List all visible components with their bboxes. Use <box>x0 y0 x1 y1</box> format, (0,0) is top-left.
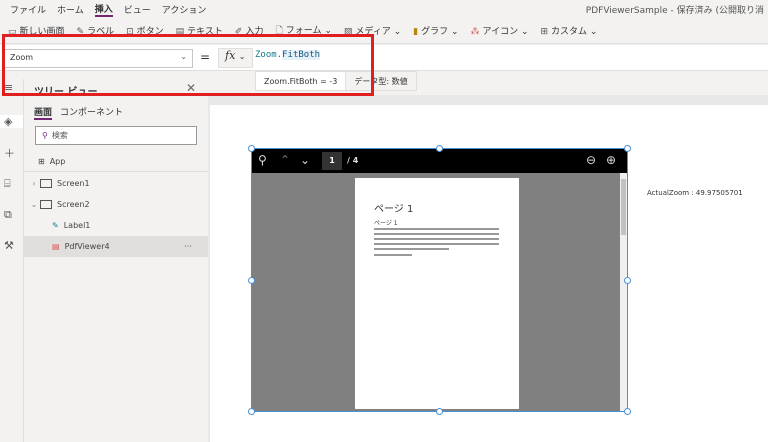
icons-icon: ⁂ <box>470 27 480 37</box>
resize-handle[interactable] <box>248 145 255 152</box>
tree-node-screen2[interactable]: ⌄ Screen2 <box>24 194 208 215</box>
resize-handle[interactable] <box>248 408 255 415</box>
menu-view[interactable]: ビュー <box>124 3 151 16</box>
plus-icon[interactable]: ＋ <box>4 145 15 161</box>
zoom-in-icon[interactable]: ⊕ <box>606 153 616 167</box>
pdf-page: ページ 1 ページ 1 <box>355 178 519 409</box>
menu-file[interactable]: ファイル <box>10 3 46 16</box>
tree-node-app[interactable]: ⊞ App <box>24 151 208 172</box>
custom-button[interactable]: ⊞ カスタム ⌄ <box>541 24 598 37</box>
resize-handle[interactable] <box>248 277 255 284</box>
screen-icon <box>40 179 52 188</box>
resize-handle[interactable] <box>436 408 443 415</box>
custom-icon: ⊞ <box>540 27 549 37</box>
resize-handle[interactable] <box>436 145 443 152</box>
resize-handle[interactable] <box>624 145 631 152</box>
chevron-down-icon[interactable]: ⌄ <box>28 200 40 209</box>
previous-page-icon[interactable]: ⌃ <box>280 153 290 167</box>
tree-node-label1[interactable]: ✎ Label1 <box>24 215 208 236</box>
actual-zoom-label[interactable]: ActualZoom : 49.97505701 <box>647 189 743 197</box>
zoom-out-icon[interactable]: ⊖ <box>586 153 596 167</box>
menu-action[interactable]: アクション <box>162 3 207 16</box>
layers-icon[interactable]: ◈ <box>0 115 23 128</box>
database-icon[interactable]: ⌸ <box>4 177 11 191</box>
chart-button[interactable]: ▮ グラフ ⌄ <box>413 24 458 37</box>
page-number-input[interactable]: 1 <box>322 152 342 170</box>
highlight-box <box>2 34 374 96</box>
search-input[interactable]: ⚲ 検索 <box>35 126 197 145</box>
more-options-icon[interactable]: ··· <box>184 242 192 251</box>
search-icon[interactable]: ⚲ <box>258 153 267 167</box>
menu-insert[interactable]: 挿入 <box>94 2 113 17</box>
page-total: / 4 <box>347 156 359 165</box>
tools-icon[interactable]: ⚒ <box>4 239 14 252</box>
label-icon: ✎ <box>52 221 59 230</box>
app-title: PDFViewerSample - 保存済み (公開取り消 <box>585 6 764 16</box>
tree-node-screen1[interactable]: › Screen1 <box>24 173 208 194</box>
tab-screens[interactable]: 画面 <box>34 105 53 120</box>
tab-components[interactable]: コンポーネント <box>60 105 123 120</box>
app-icon: ⊞ <box>38 156 45 166</box>
pdf-scrollbar[interactable] <box>620 173 627 411</box>
media-icon[interactable]: ⧉ <box>4 208 12 222</box>
tree-tabs: 画面 コンポーネント <box>34 105 123 120</box>
pdf-toolbar: ⚲ ⌃ ⌄ 1 / 4 ⊖ ⊕ <box>252 149 627 173</box>
search-icon: ⚲ <box>42 131 48 140</box>
chevron-right-icon[interactable]: › <box>28 179 40 188</box>
tree-view-pane: ツリー ビュー ✕ 画面 コンポーネント ⚲ 検索 ⊞ App › Screen1 ⌄… <box>24 79 208 442</box>
left-rail: ≡ ◈ ＋ ⌸ ⧉ ⚒ <box>0 79 24 442</box>
page-heading: ページ 1 <box>374 204 414 215</box>
next-page-icon[interactable]: ⌄ <box>300 153 310 167</box>
page-subheading: ページ 1 <box>374 220 398 227</box>
resize-handle[interactable] <box>624 277 631 284</box>
pdf-viewer[interactable]: ⚲ ⌃ ⌄ 1 / 4 ⊖ ⊕ ページ 1 ページ 1 <box>248 145 631 415</box>
icons-button[interactable]: ⁂ アイコン ⌄ <box>471 24 529 37</box>
screen-icon <box>40 200 52 209</box>
page-body-text <box>374 228 499 259</box>
bar-chart-icon: ▮ <box>413 27 419 37</box>
resize-handle[interactable] <box>624 408 631 415</box>
pdf-icon: ▤ <box>52 242 60 251</box>
menu-home[interactable]: ホーム <box>57 3 84 16</box>
tree-node-pdfviewer4[interactable]: ▤ PdfViewer4 ··· <box>24 236 208 257</box>
scrollbar-thumb[interactable] <box>621 179 626 235</box>
